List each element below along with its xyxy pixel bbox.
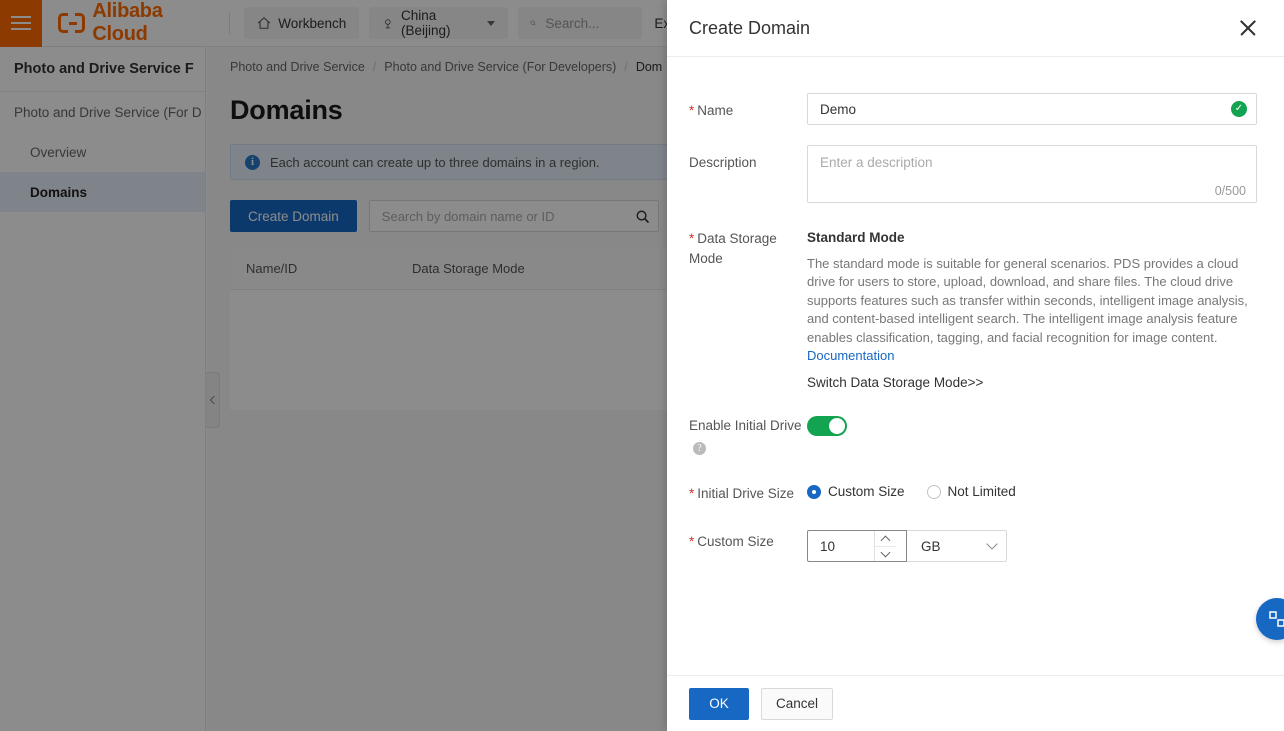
switch-storage-mode-link[interactable]: Switch Data Storage Mode>> <box>807 375 1259 390</box>
create-domain-drawer: Create Domain *Name ✓ Description 0/500 <box>667 0 1284 731</box>
field-custom-size: GB <box>807 524 1258 563</box>
drawer-body: *Name ✓ Description 0/500 *Data St <box>667 57 1284 675</box>
name-input-wrapper: ✓ <box>807 93 1257 125</box>
enable-initial-drive-toggle[interactable] <box>807 416 847 437</box>
custom-size-stepper[interactable] <box>807 530 907 563</box>
field-data-storage-mode: Standard Mode The standard mode is suita… <box>807 223 1259 390</box>
name-input[interactable] <box>807 93 1257 125</box>
stepper-buttons <box>874 531 896 562</box>
field-name: ✓ <box>807 93 1258 125</box>
field-initial-drive-size: Custom Size Not Limited <box>807 476 1258 504</box>
chevron-down-icon <box>880 547 891 558</box>
required-marker: * <box>689 486 695 502</box>
toggle-knob <box>829 418 845 435</box>
drawer-title: Create Domain <box>689 17 811 38</box>
required-marker: * <box>689 231 695 246</box>
radio-not-limited[interactable]: Not Limited <box>926 484 1016 500</box>
radio-dot-icon <box>926 484 941 499</box>
grid-squares-icon <box>1269 611 1284 627</box>
description-char-counter: 0/500 <box>1214 184 1246 198</box>
label-enable-initial-drive: Enable Initial Drive? <box>689 418 802 456</box>
help-icon[interactable]: ? <box>693 442 706 456</box>
cancel-button[interactable]: Cancel <box>761 687 833 720</box>
radio-dot-icon <box>807 484 821 499</box>
label-data-storage-mode: * Data Storage Mode <box>689 231 777 266</box>
stepper-decrement-button[interactable] <box>875 547 896 562</box>
storage-mode-title: Standard Mode <box>807 230 905 245</box>
drawer-header: Create Domain <box>667 0 1284 57</box>
chevron-up-icon <box>880 535 891 546</box>
ok-button[interactable]: OK <box>689 687 749 720</box>
storage-mode-description-text: The standard mode is suitable for genera… <box>807 256 1248 345</box>
required-marker: * <box>689 534 695 550</box>
custom-size-unit-select[interactable]: GB <box>907 530 1007 563</box>
label-custom-size: * Custom Size <box>689 534 774 550</box>
label-description: Description <box>689 155 757 170</box>
form-row-description: Description 0/500 <box>689 145 1258 203</box>
drawer-footer: OK Cancel <box>667 675 1284 731</box>
custom-size-input[interactable] <box>808 538 874 554</box>
label-initial-drive-size: * Initial Drive Size <box>689 486 795 502</box>
description-wrapper: 0/500 <box>807 145 1257 203</box>
valid-check-icon: ✓ <box>1231 101 1247 117</box>
radio-custom-size-label: Custom Size <box>828 484 905 500</box>
description-textarea[interactable] <box>808 146 1256 180</box>
custom-size-controls: GB <box>807 530 1258 563</box>
required-marker: * <box>689 103 695 118</box>
form-row-data-storage-mode: * Data Storage Mode Standard Mode The sta… <box>689 223 1258 390</box>
close-icon[interactable] <box>1236 16 1260 40</box>
form-row-custom-size: * Custom Size 10 GB <box>689 524 1258 563</box>
documentation-link[interactable]: Documentation <box>807 348 894 363</box>
storage-mode-description: The standard mode is suitable for genera… <box>807 255 1259 365</box>
field-enable-initial-drive <box>807 410 1258 456</box>
radio-custom-size[interactable]: Custom Size <box>807 484 905 499</box>
radio-not-limited-label: Not Limited <box>947 484 1016 500</box>
form-row-enable-initial-drive: Enable Initial Drive? <box>689 410 1258 456</box>
initial-drive-size-radio-group: Custom Size Not Limited <box>807 484 1258 499</box>
field-description: 0/500 <box>807 145 1258 203</box>
custom-size-unit-value: GB <box>921 538 941 554</box>
chevron-down-icon <box>986 538 998 551</box>
label-name: * Name <box>689 103 734 118</box>
form-row-name: *Name ✓ <box>689 93 1258 125</box>
form-row-initial-drive-size: * Initial Drive Size Custom Size Not Limi… <box>689 476 1258 504</box>
stepper-increment-button[interactable] <box>875 531 896 547</box>
